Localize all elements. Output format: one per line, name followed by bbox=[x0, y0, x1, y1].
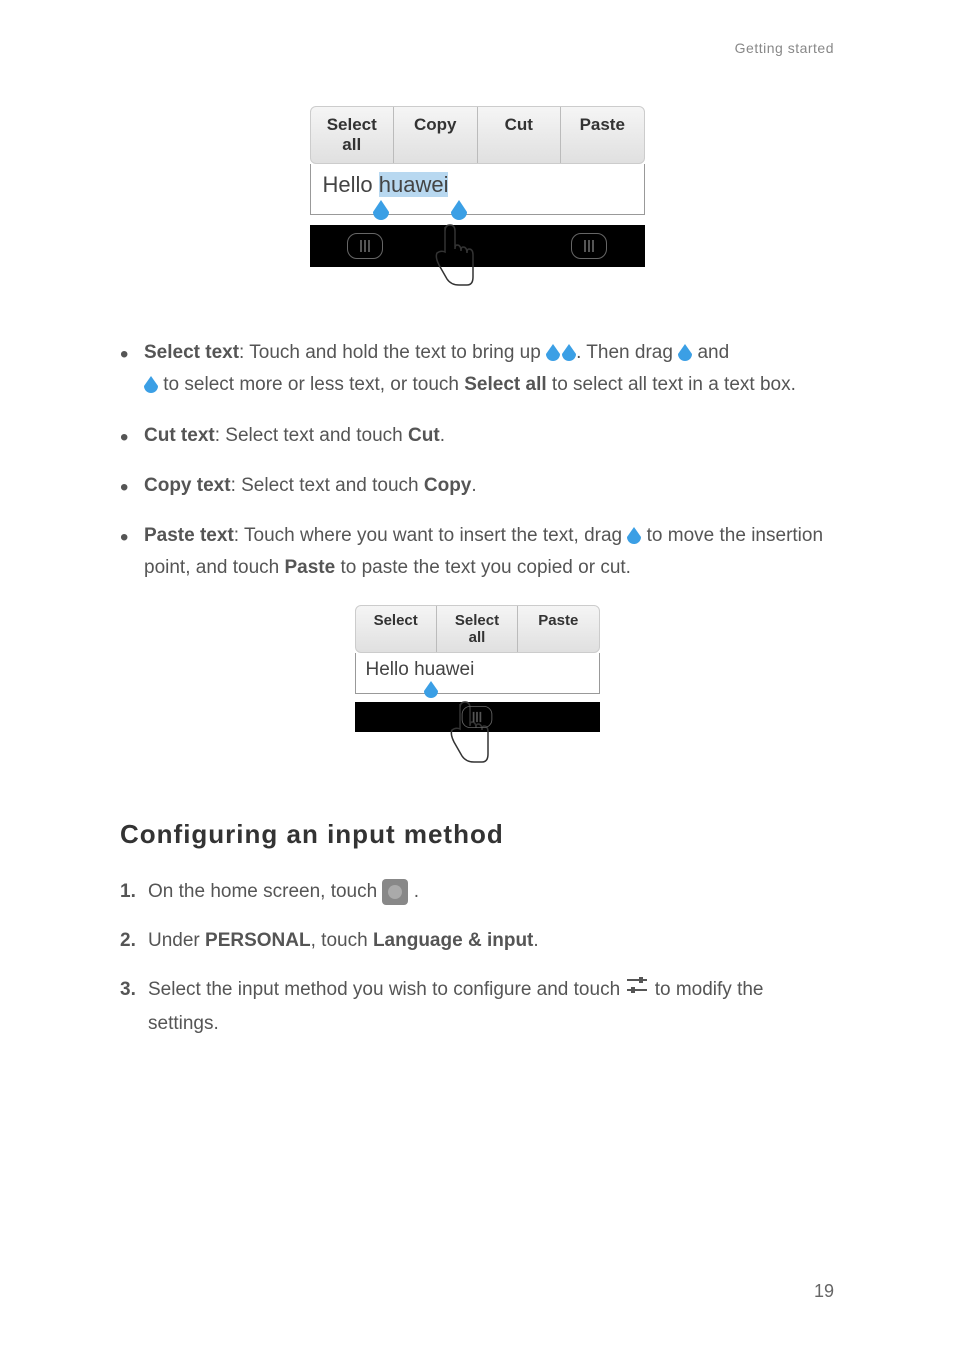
steps-list: 1. On the home screen, touch . 2. Under … bbox=[120, 875, 834, 1042]
instruction-list: Select text: Touch and hold the text to … bbox=[120, 337, 834, 585]
selected-text: huawei bbox=[379, 172, 449, 197]
select-all-button: Select all bbox=[311, 107, 395, 163]
page-header: Getting started bbox=[120, 40, 834, 56]
select-text-item: Select text: Touch and hold the text to … bbox=[120, 337, 834, 402]
context-menu-paste: Select Select all Paste bbox=[355, 605, 600, 653]
selection-handle-left-icon bbox=[373, 200, 389, 220]
select-all-button: Select all bbox=[437, 606, 518, 652]
section-heading: Configuring an input method bbox=[120, 819, 834, 850]
single-handle-icon bbox=[678, 342, 692, 363]
slider-settings-icon bbox=[625, 973, 649, 1007]
hand-pointer-icon bbox=[425, 217, 485, 297]
copy-button: Copy bbox=[394, 107, 478, 163]
nav-recent-icon bbox=[571, 233, 607, 259]
step-1: 1. On the home screen, touch . bbox=[120, 875, 834, 909]
paste-text-item: Paste text: Touch where you want to inse… bbox=[120, 520, 834, 585]
text-input-field: Hello huawei bbox=[355, 653, 600, 694]
figure-paste: Select Select all Paste Hello huawei bbox=[120, 605, 834, 779]
copy-text-item: Copy text: Select text and touch Copy. bbox=[120, 470, 834, 502]
select-button: Select bbox=[356, 606, 437, 652]
step-3: 3. Select the input method you wish to c… bbox=[120, 973, 834, 1041]
text-input-field: Hello huawei bbox=[310, 164, 645, 215]
cursor-handle-icon bbox=[627, 525, 641, 546]
single-handle-icon bbox=[144, 374, 158, 395]
cursor-handle-icon bbox=[424, 681, 438, 699]
double-handle-icon bbox=[546, 344, 576, 362]
context-menu: Select all Copy Cut Paste bbox=[310, 106, 645, 164]
navigation-bar bbox=[355, 702, 600, 732]
page-number: 19 bbox=[814, 1281, 834, 1302]
figure-text-selection: Select all Copy Cut Paste Hello huawei bbox=[120, 106, 834, 297]
cut-button: Cut bbox=[478, 107, 562, 163]
selection-handle-right-icon bbox=[451, 200, 467, 220]
nav-recent-icon bbox=[462, 706, 493, 728]
cut-text-item: Cut text: Select text and touch Cut. bbox=[120, 420, 834, 452]
step-2: 2. Under PERSONAL, touch Language & inpu… bbox=[120, 924, 834, 958]
paste-button: Paste bbox=[561, 107, 644, 163]
paste-button: Paste bbox=[518, 606, 598, 652]
settings-icon bbox=[382, 879, 408, 905]
nav-recent-icon bbox=[347, 233, 383, 259]
